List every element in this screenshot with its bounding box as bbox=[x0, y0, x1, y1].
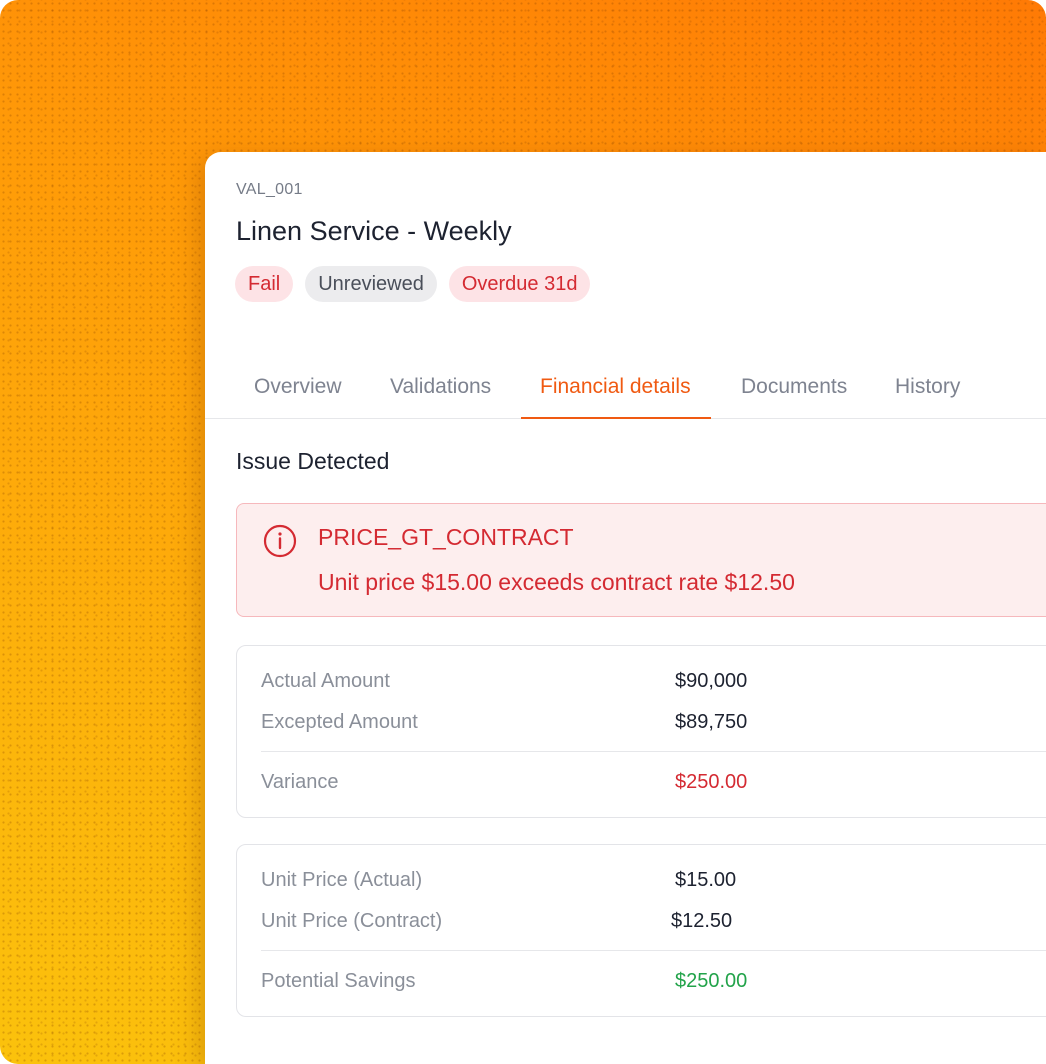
tab-documents[interactable]: Documents bbox=[741, 352, 847, 418]
tab-validations[interactable]: Validations bbox=[390, 352, 491, 418]
potential-savings-label: Potential Savings bbox=[261, 970, 416, 992]
issue-code: PRICE_GT_CONTRACT bbox=[318, 524, 574, 550]
tab-history[interactable]: History bbox=[895, 352, 960, 418]
pricing-panel: Unit Price (Actual) $15.00 Unit Price (C… bbox=[236, 844, 1046, 1017]
actual-amount-label: Actual Amount bbox=[261, 670, 390, 692]
review-status-badge: Unreviewed bbox=[305, 266, 437, 302]
unit-price-contract-label: Unit Price (Contract) bbox=[261, 910, 443, 932]
expected-amount-value: $89,750 bbox=[675, 711, 748, 733]
unit-price-actual-label: Unit Price (Actual) bbox=[261, 869, 423, 891]
potential-savings-value: $250.00 bbox=[675, 970, 748, 992]
status-badges: Fail Unreviewed Overdue 31d bbox=[235, 266, 591, 302]
validation-detail-card: VAL_001 Linen Service - Weekly Fail Unre… bbox=[205, 152, 1046, 1064]
detail-tabs: Overview Validations Financial details D… bbox=[205, 352, 1046, 419]
tab-overview[interactable]: Overview bbox=[254, 352, 342, 418]
unit-price-actual-value: $15.00 bbox=[675, 869, 737, 891]
record-id: VAL_001 bbox=[236, 181, 303, 198]
overdue-badge: Overdue 31d bbox=[448, 266, 591, 302]
expected-amount-label: Excepted Amount bbox=[261, 711, 418, 733]
divider bbox=[261, 751, 1046, 752]
issue-alert: PRICE_GT_CONTRACT Unit price $15.00 exce… bbox=[236, 503, 1046, 617]
variance-value: $250.00 bbox=[675, 771, 748, 793]
info-circle-icon bbox=[263, 524, 297, 558]
page-title: Linen Service - Weekly bbox=[236, 216, 512, 246]
actual-amount-value: $90,000 bbox=[675, 670, 748, 692]
fail-status-badge: Fail bbox=[235, 266, 294, 302]
tab-financial-details[interactable]: Financial details bbox=[521, 352, 711, 419]
issue-message: Unit price $15.00 exceeds contract rate … bbox=[318, 569, 795, 595]
section-title: Issue Detected bbox=[236, 448, 390, 474]
variance-label: Variance bbox=[261, 771, 339, 793]
unit-price-contract-value: $12.50 bbox=[671, 910, 733, 932]
amounts-panel: Actual Amount $90,000 Excepted Amount $8… bbox=[236, 645, 1046, 818]
divider bbox=[261, 950, 1046, 951]
